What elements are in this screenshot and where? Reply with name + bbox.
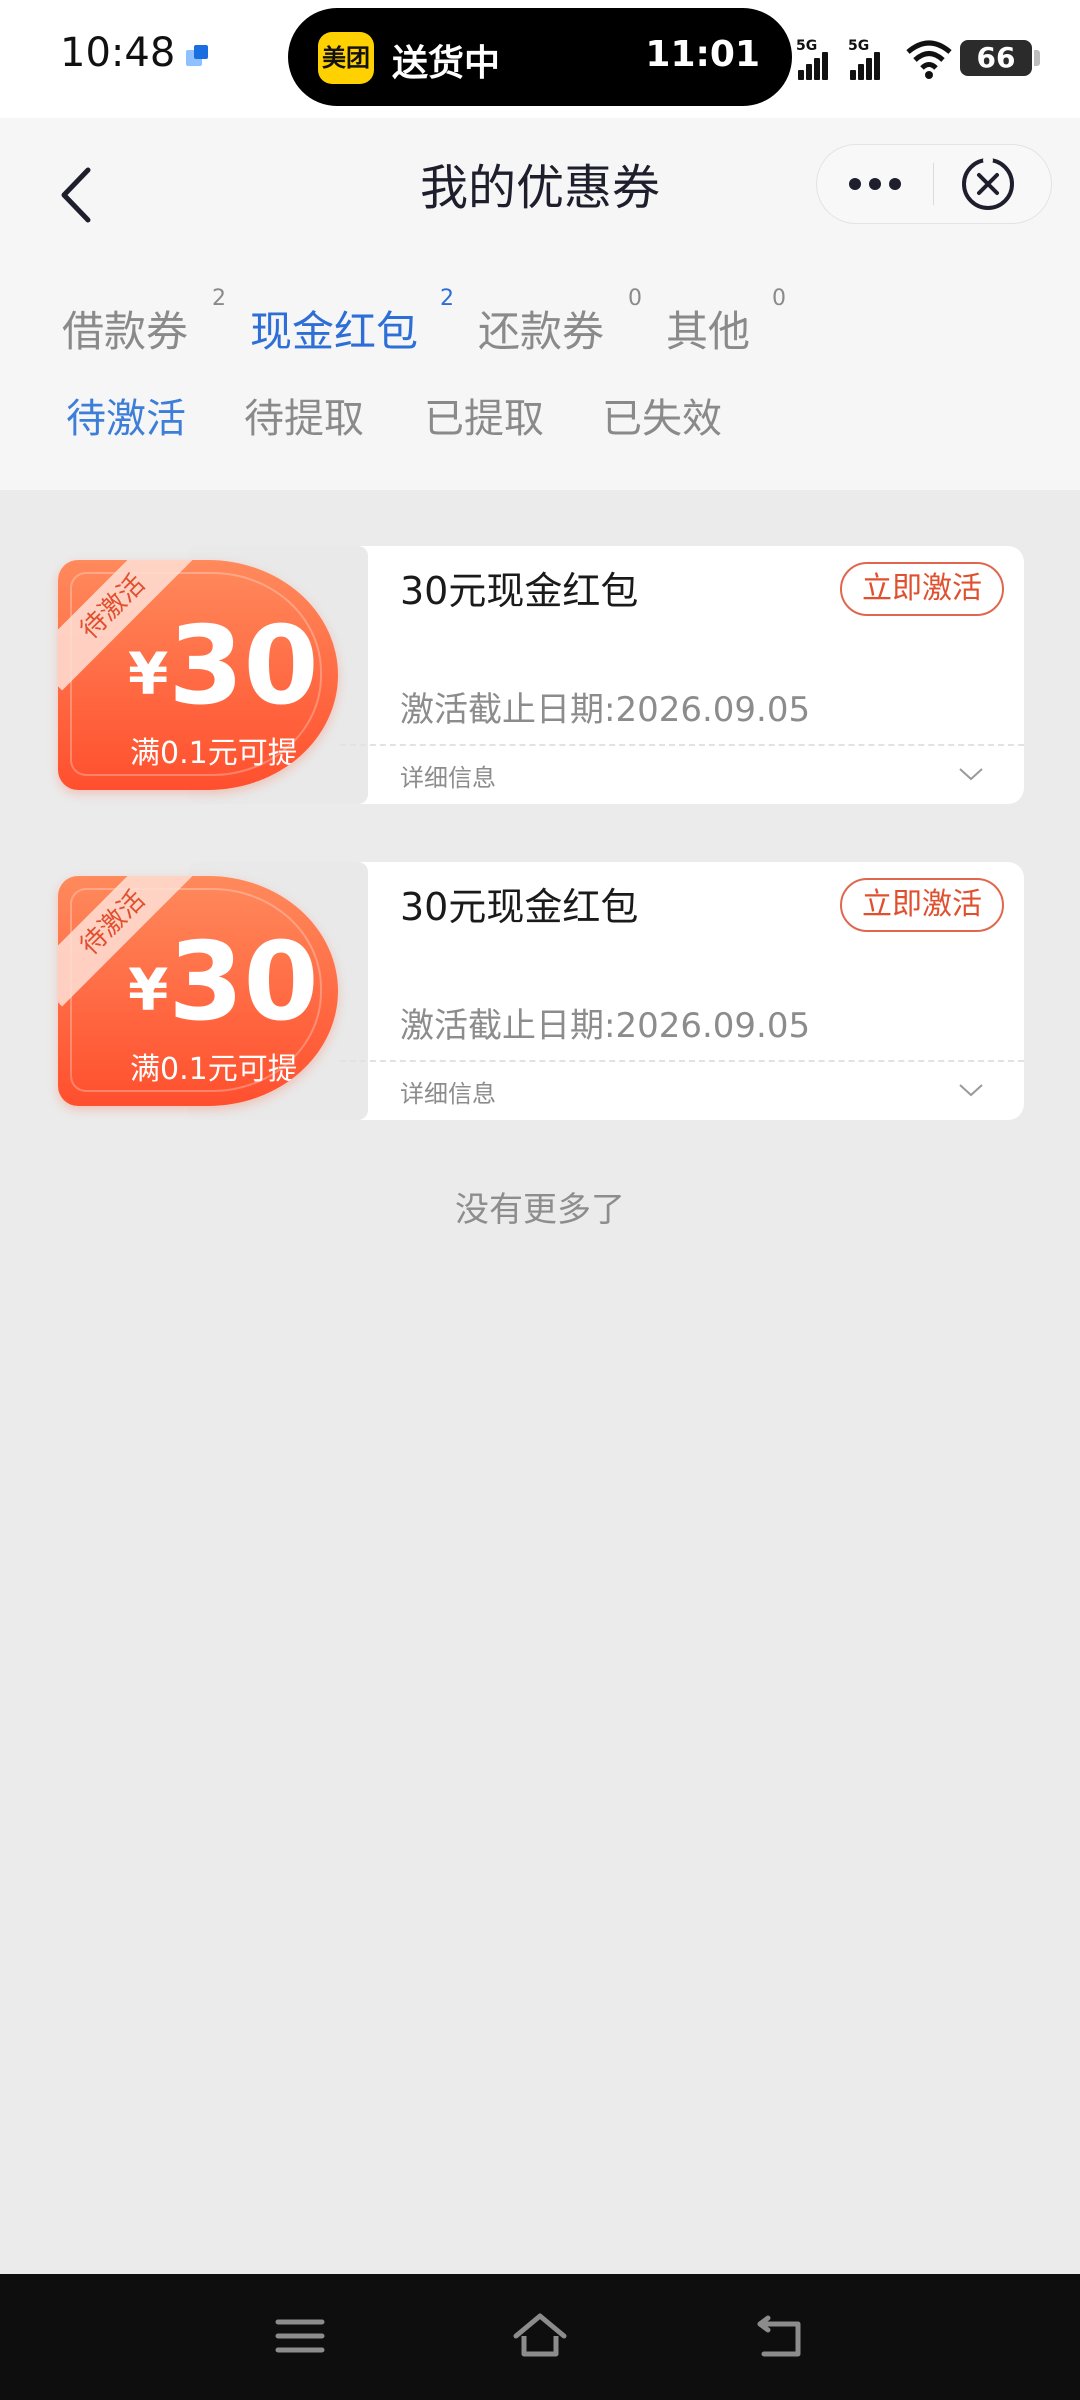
page-header: 我的优惠券 借款券 2 现金红包 2 还款券 0 其他 0 待激活 待提取 已提… [0, 118, 1080, 490]
currency-symbol: ¥ [128, 640, 169, 708]
coupon-deadline: 激活截止日期:2026.09.05 [400, 690, 811, 730]
battery-tip [1034, 50, 1040, 66]
tab-label: 借款券 [62, 307, 189, 356]
amount-value: 30 [168, 920, 319, 1045]
close-circle-icon[interactable] [934, 145, 1051, 223]
status-bar: 10:48 美团 送货中 11:01 5G 5G 66 [0, 0, 1080, 118]
category-tabs: 借款券 2 现金红包 2 还款券 0 其他 0 [0, 286, 1080, 378]
coupon-title: 30元现金红包 [400, 885, 639, 929]
system-nav-bar [0, 2274, 1080, 2400]
tab-repayment-coupon[interactable]: 还款券 0 [478, 286, 642, 359]
island-status-text: 送货中 [392, 43, 501, 84]
coupon-deadline: 激活截止日期:2026.09.05 [400, 1006, 811, 1046]
tab-count: 2 [212, 286, 226, 311]
tab-loan-coupon[interactable]: 借款券 2 [62, 286, 226, 359]
coupon-card: 待激活 ¥30 满0.1元可提 30元现金红包 立即激活 激活截止日期:2026… [58, 862, 1024, 1120]
signal-label: 5G [796, 38, 818, 54]
tab-count: 0 [628, 286, 642, 311]
subtab-expired[interactable]: 已失效 [602, 386, 722, 444]
battery-icon: 66 [960, 40, 1032, 76]
more-dots-icon[interactable] [817, 145, 933, 223]
end-of-list-text: 没有更多了 [455, 1190, 625, 1230]
tab-cash-red-packet[interactable]: 现金红包 2 [250, 286, 454, 359]
subtab-pending-activation[interactable]: 待激活 [66, 386, 186, 444]
chevron-down-icon[interactable] [958, 1082, 984, 1098]
tab-label: 现金红包 [250, 307, 419, 356]
signal-label: 5G [848, 38, 870, 54]
signal-icon: 5G [848, 38, 892, 80]
wifi-icon [906, 40, 952, 79]
subtab-pending-withdrawal[interactable]: 待提取 [244, 386, 364, 444]
status-subtabs: 待激活 待提取 已提取 已失效 [0, 386, 1080, 456]
dashed-divider [340, 1060, 1024, 1062]
mini-program-capsule [816, 144, 1052, 224]
coupon-value-panel: 待激活 ¥30 满0.1元可提 [58, 876, 338, 1106]
dashed-divider [340, 744, 1024, 746]
chevron-down-icon[interactable] [958, 766, 984, 782]
status-icons: 5G 5G 66 [796, 36, 1066, 86]
coupon-amount: ¥30 [128, 920, 319, 1045]
island-time: 11:01 [645, 34, 760, 75]
activate-button[interactable]: 立即激活 [840, 878, 1004, 932]
tab-label: 其他 [666, 307, 751, 356]
meituan-logo-icon: 美团 [318, 32, 374, 84]
signal-icon: 5G [796, 38, 840, 80]
coupon-value-panel: 待激活 ¥30 满0.1元可提 [58, 560, 338, 790]
coupon-condition: 满0.1元可提 [130, 1052, 298, 1087]
coupon-amount: ¥30 [128, 604, 319, 729]
currency-symbol: ¥ [128, 956, 169, 1024]
menu-icon[interactable] [268, 2304, 332, 2368]
tab-count: 2 [440, 286, 454, 311]
tab-other[interactable]: 其他 0 [666, 286, 786, 359]
home-icon[interactable] [508, 2304, 572, 2368]
dynamic-island[interactable]: 美团 送货中 11:01 [288, 8, 792, 106]
coupon-title: 30元现金红包 [400, 569, 639, 613]
coupon-condition: 满0.1元可提 [130, 736, 298, 771]
tab-label: 还款券 [478, 307, 605, 356]
coupon-card: 待激活 ¥30 满0.1元可提 30元现金红包 立即激活 激活截止日期:2026… [58, 546, 1024, 804]
tab-count: 0 [772, 286, 786, 311]
app-notification-icon [186, 45, 208, 66]
status-time: 10:48 [60, 30, 176, 76]
detail-info-toggle[interactable]: 详细信息 [400, 1074, 496, 1109]
activate-button[interactable]: 立即激活 [840, 562, 1004, 616]
amount-value: 30 [168, 604, 319, 729]
detail-info-toggle[interactable]: 详细信息 [400, 758, 496, 793]
back-icon[interactable] [750, 2304, 814, 2368]
subtab-withdrawn[interactable]: 已提取 [424, 386, 544, 444]
